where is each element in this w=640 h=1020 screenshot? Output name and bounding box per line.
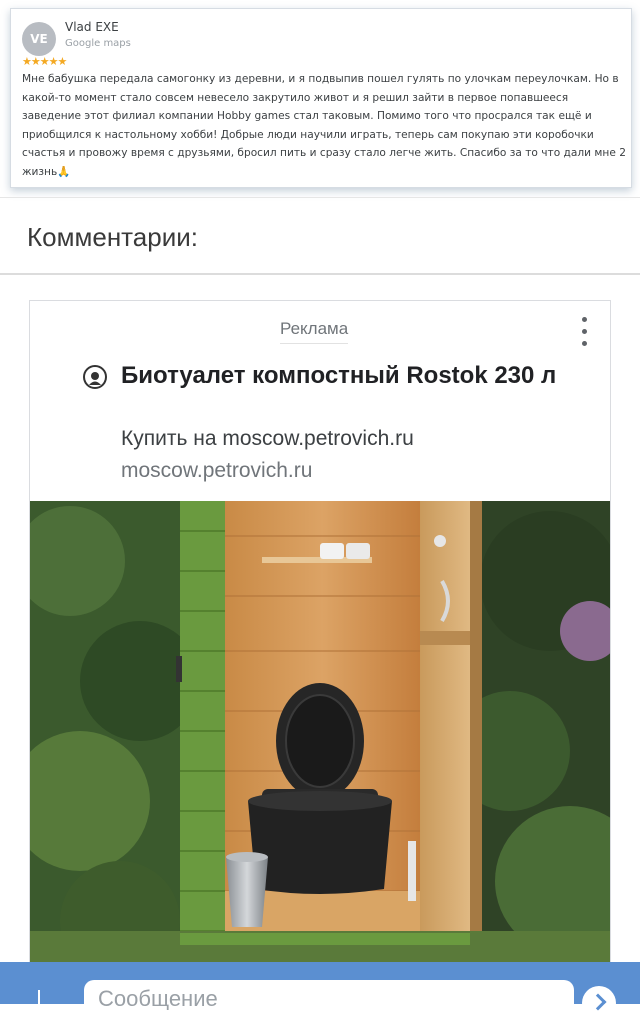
review-author: Vlad EXE [65, 20, 119, 34]
ad-image[interactable] [30, 501, 610, 963]
ad-label: Реклама [280, 319, 349, 344]
petrovich-logo-icon [83, 365, 107, 389]
divider [0, 273, 640, 275]
review-text: Мне бабушка передала самогонку из деревн… [22, 73, 626, 178]
send-icon[interactable] [582, 986, 616, 1020]
ad-url[interactable]: moscow.petrovich.ru [121, 459, 312, 483]
review-card: VE Vlad EXE Google maps ★★★★★ Мне бабушк… [10, 8, 632, 188]
review-source: Google maps [65, 38, 131, 49]
plus-icon[interactable] [32, 982, 46, 1004]
ad-title[interactable]: Биотуалет компостный Rostok 230 л [121, 359, 601, 392]
comments-heading: Комментарии: [27, 222, 198, 252]
avatar: VE [22, 22, 56, 56]
message-input[interactable] [84, 980, 574, 1010]
divider [0, 197, 640, 198]
composer-bar [0, 962, 640, 1020]
more-vert-icon[interactable] [582, 317, 588, 351]
rating-stars: ★★★★★ [22, 55, 67, 68]
ad-description[interactable]: Купить на moscow.petrovich.ru [121, 427, 414, 451]
ad-card[interactable]: Реклама Биотуалет компостный Rostok 230 … [29, 300, 611, 964]
